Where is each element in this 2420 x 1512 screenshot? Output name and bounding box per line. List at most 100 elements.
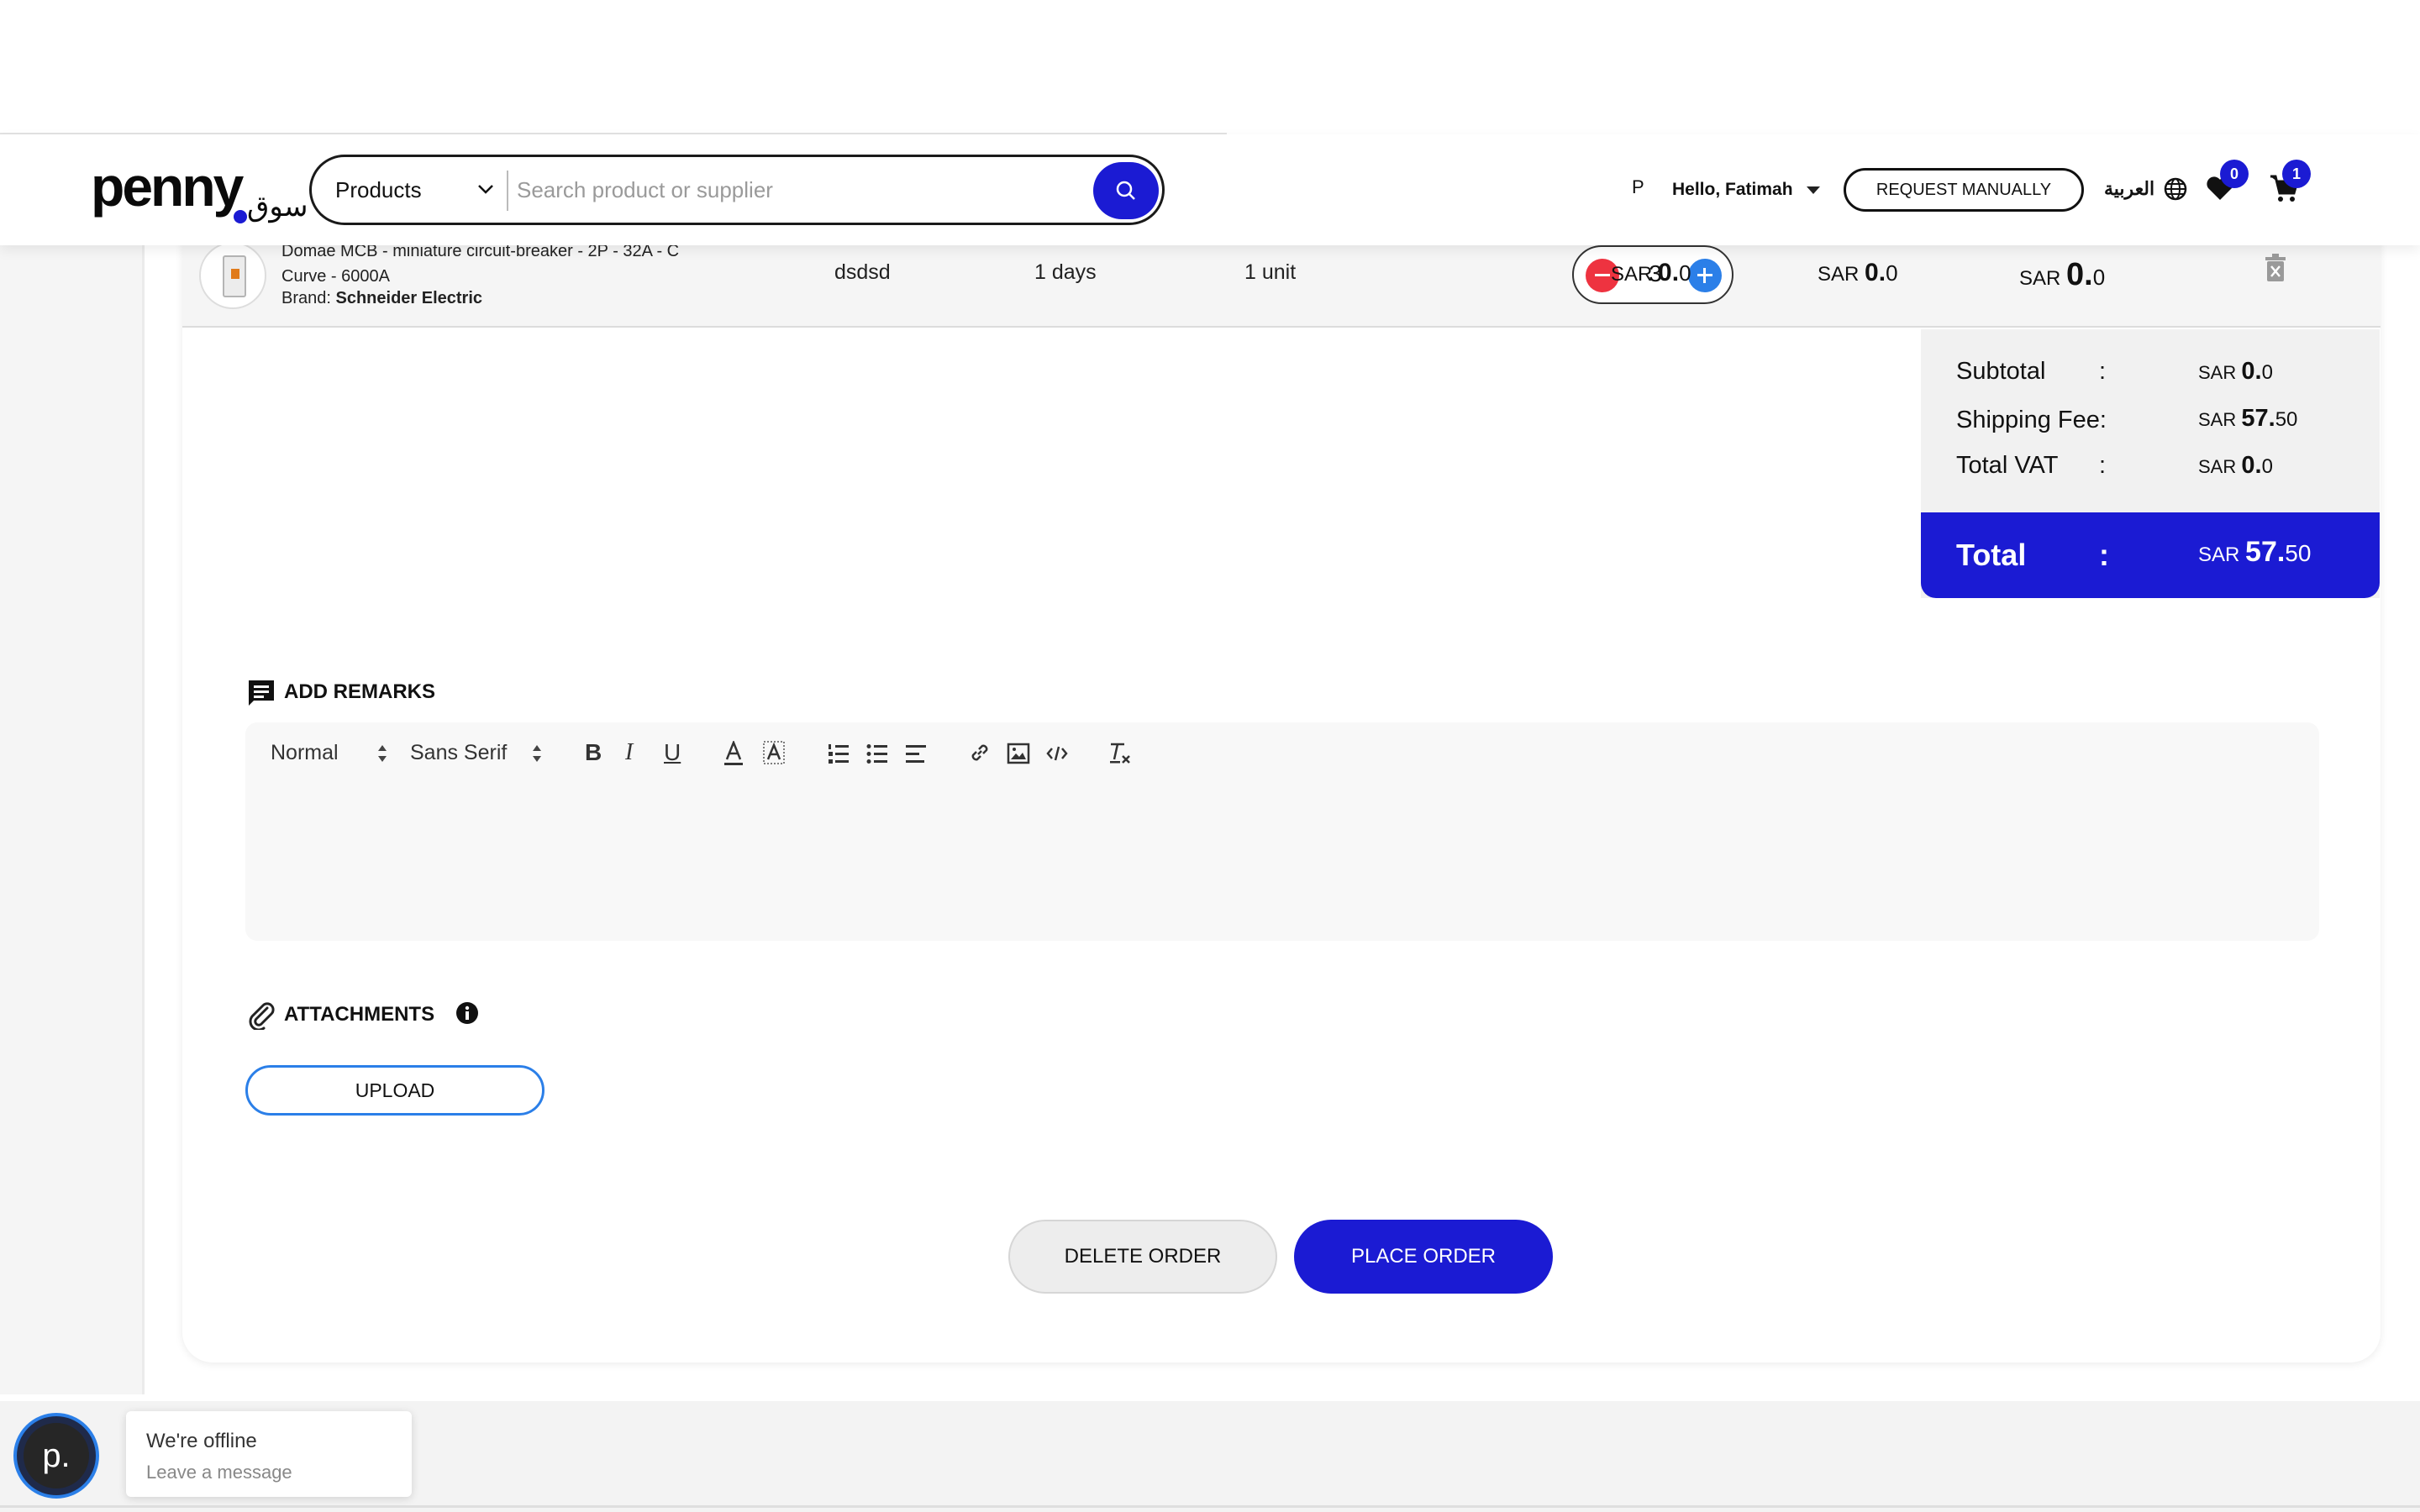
chevron-down-icon[interactable] <box>476 180 495 198</box>
supplier-name: dsdsd <box>834 260 891 284</box>
vat-colon: : <box>2099 452 2107 479</box>
text-color-icon[interactable] <box>723 741 744 766</box>
remarks-title: ADD REMARKS <box>284 680 435 703</box>
shipping-value: SAR 57.50 <box>2198 405 2297 433</box>
vat-currency: SAR <box>1818 263 1860 286</box>
underline-icon[interactable]: U <box>664 739 681 766</box>
logo-text: penny <box>91 155 244 218</box>
penny-logo[interactable]: penny سوق <box>91 155 309 239</box>
ordered-list-icon[interactable] <box>827 743 850 764</box>
vat-dec: 0 <box>1886 260 1898 286</box>
brand-label: Brand: <box>281 289 331 307</box>
line-total: SAR 0.0 <box>2019 257 2105 293</box>
search-input[interactable] <box>517 167 1021 213</box>
total-bar: Total : SAR 57.50 <box>1921 512 2380 598</box>
subtotal-colon: : <box>2099 358 2107 385</box>
increase-quantity-button[interactable] <box>1688 259 1722 292</box>
search-category-label: Products <box>335 176 422 202</box>
line-total-dec: 0 <box>2092 265 2106 290</box>
total-int: 57. <box>2245 536 2286 568</box>
remarks-editor[interactable]: Normal Sans Serif B I U <box>245 722 2319 941</box>
product-brand: Brand: Schneider Electric <box>281 289 482 308</box>
subtotal-value: SAR 0.0 <box>2198 358 2273 386</box>
total-value: SAR 57.50 <box>2198 536 2311 569</box>
subtotal-int: 0. <box>2241 358 2262 385</box>
product-thumbnail[interactable] <box>199 242 266 309</box>
font-select[interactable]: Sans Serif <box>410 741 507 765</box>
paperclip-icon <box>249 1002 275 1030</box>
logo-arabic: سوق <box>247 191 308 223</box>
upload-button[interactable]: UPLOAD <box>245 1065 544 1116</box>
total-dec: 50 <box>2285 540 2312 566</box>
align-icon[interactable] <box>904 743 928 764</box>
vat-summary-currency: SAR <box>2198 456 2237 477</box>
unit-price-dec: 0 <box>1679 260 1691 286</box>
vat-price: SAR 0.0 <box>1818 259 1898 287</box>
search-divider <box>507 171 508 211</box>
total-label: Total <box>1956 538 2027 572</box>
language-switch[interactable]: العربية <box>2104 178 2154 200</box>
chat-subtext: Leave a message <box>146 1462 292 1483</box>
format-select[interactable]: Normal <box>271 741 339 765</box>
circuit-breaker-image <box>223 255 246 297</box>
wishlist-count-badge: 0 <box>2220 160 2249 188</box>
vat-summary-int: 0. <box>2241 452 2262 479</box>
unit-price-currency: SAR <box>1611 263 1653 286</box>
attachments-title: ATTACHMENTS <box>284 1003 435 1026</box>
search-category-select[interactable]: Products <box>335 157 530 223</box>
total-colon: : <box>2099 538 2109 572</box>
subtotal-label: Subtotal <box>1956 358 2046 385</box>
vat-summary-dec: 0 <box>2261 455 2273 478</box>
total-currency: SAR <box>2198 543 2240 566</box>
link-icon[interactable] <box>968 741 992 764</box>
left-sidebar-strip <box>0 244 145 1394</box>
top-header: penny سوق Products P Hello, Fatimah REQU… <box>0 134 2420 245</box>
bullet-list-icon[interactable] <box>865 743 889 764</box>
background-color-icon[interactable] <box>763 741 785 766</box>
info-icon[interactable] <box>455 1001 479 1025</box>
chat-launcher[interactable]: p. <box>13 1413 99 1499</box>
unit-price-int: 0. <box>1658 259 1680 286</box>
cart-count-badge: 1 <box>2282 160 2311 188</box>
subtotal-currency: SAR <box>2198 362 2237 383</box>
shipping-int: 57. <box>2241 405 2275 432</box>
shipping-dec: 50 <box>2275 408 2298 431</box>
footer-divider <box>0 1505 2420 1508</box>
vat-int: 0. <box>1865 259 1886 286</box>
chat-offline-bubble[interactable]: We're offline Leave a message <box>126 1411 412 1497</box>
unit-size: 1 unit <box>1244 260 1297 284</box>
product-name[interactable]: Domae MCB - miniature circuit-breaker - … <box>281 239 685 289</box>
comment-icon <box>249 680 274 706</box>
trash-icon[interactable] <box>2263 254 2288 282</box>
globe-icon[interactable] <box>2163 176 2188 202</box>
clear-formatting-icon[interactable] <box>1107 741 1133 766</box>
line-total-int: 0. <box>2066 257 2093 292</box>
vat-label: Total VAT <box>1956 452 2059 479</box>
search-icon <box>1116 181 1135 200</box>
unit-price: SAR 0.0 <box>1611 259 1691 287</box>
bold-icon[interactable]: B <box>585 739 602 766</box>
logo-dot <box>234 210 247 223</box>
image-icon[interactable] <box>1007 743 1030 764</box>
vat-value: SAR 0.0 <box>2198 452 2273 480</box>
delete-order-button[interactable]: DELETE ORDER <box>1008 1220 1277 1294</box>
font-select-arrows-icon[interactable] <box>531 743 543 764</box>
lead-time: 1 days <box>1034 260 1097 284</box>
shipping-currency: SAR <box>2198 409 2237 430</box>
order-summary: Subtotal : SAR 0.0 Shipping Fee: SAR 57.… <box>1921 329 2380 598</box>
brand-name: Schneider Electric <box>335 289 483 307</box>
request-manually-button[interactable]: REQUEST MANUALLY <box>1844 168 2084 212</box>
caret-down-icon[interactable] <box>1807 186 1820 194</box>
chat-status: We're offline <box>146 1430 257 1452</box>
format-select-arrows-icon[interactable] <box>376 743 388 764</box>
user-initial[interactable]: P <box>1632 176 1644 198</box>
italic-icon[interactable]: I <box>625 739 633 766</box>
search-bar: Products <box>309 155 1165 225</box>
chat-avatar-letter: p. <box>24 1423 89 1488</box>
user-greeting[interactable]: Hello, Fatimah <box>1672 180 1793 200</box>
place-order-button[interactable]: PLACE ORDER <box>1294 1220 1553 1294</box>
subtotal-dec: 0 <box>2261 361 2273 384</box>
code-icon[interactable] <box>1045 743 1069 764</box>
search-button[interactable] <box>1093 162 1159 219</box>
line-total-currency: SAR <box>2019 267 2061 290</box>
